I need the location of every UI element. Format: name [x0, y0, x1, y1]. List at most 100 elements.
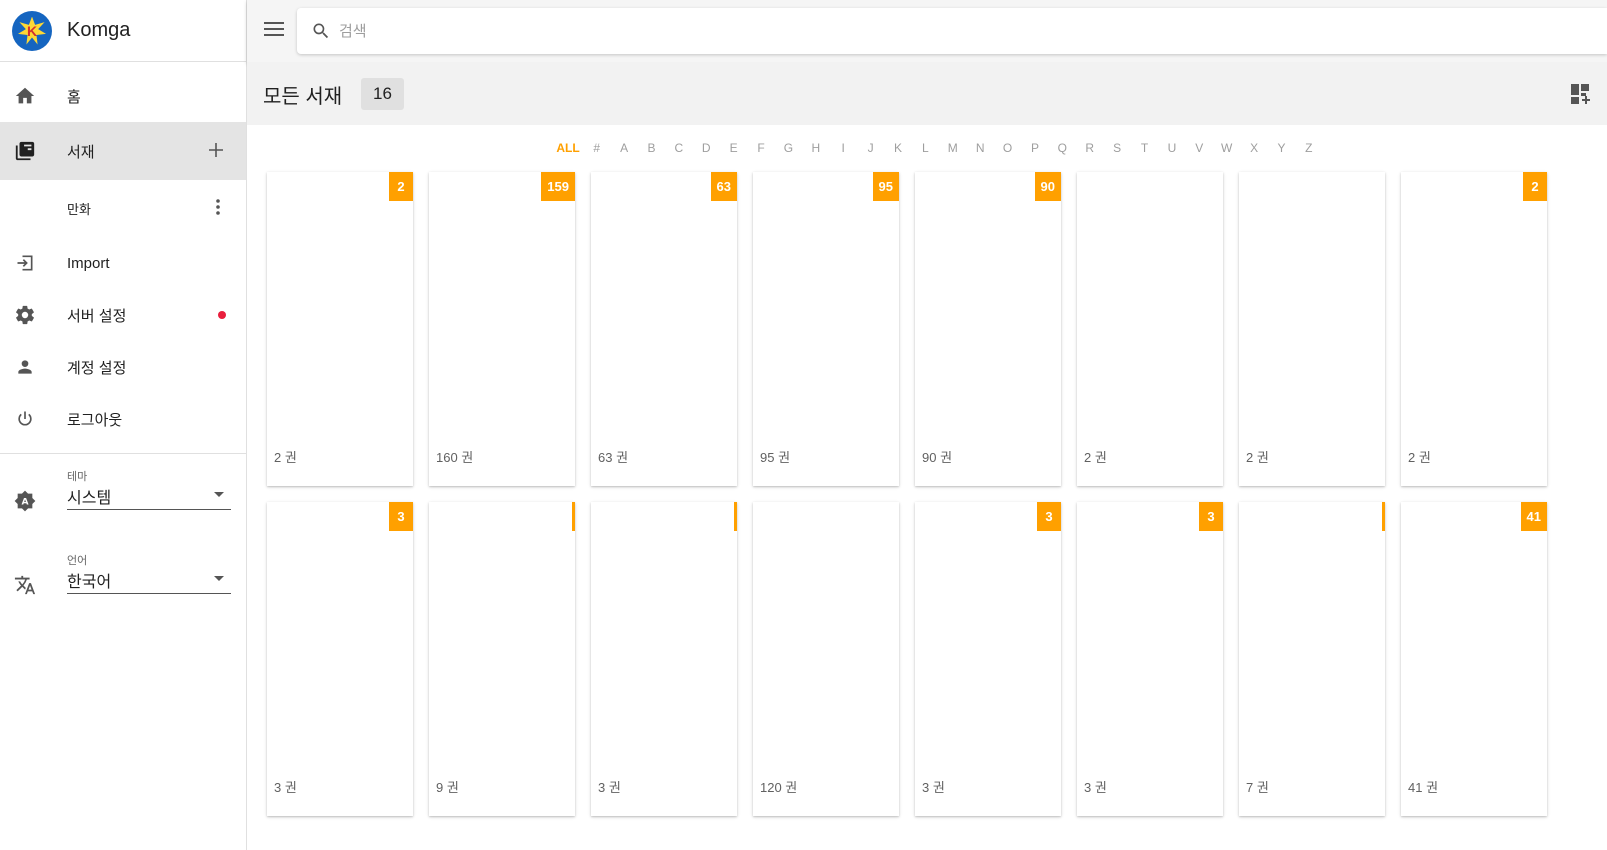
unread-count-badge: 90	[1034, 172, 1061, 201]
unread-count-badge: 159	[541, 172, 575, 201]
series-card[interactable]: 9 권	[429, 502, 575, 816]
sidebar-item-account-settings[interactable]: 계정 설정	[0, 341, 246, 393]
svg-text:A: A	[21, 497, 29, 508]
alphabet-filter-b[interactable]: B	[638, 141, 665, 159]
alphabet-filter-z[interactable]: Z	[1295, 141, 1322, 159]
top-bar	[247, 0, 1607, 62]
page-title: 모든 서재	[263, 86, 343, 108]
language-value[interactable]: 한국어	[67, 568, 111, 592]
power-icon	[14, 408, 36, 430]
more-vertical-icon[interactable]	[216, 199, 220, 218]
series-card[interactable]: 2 2 권	[267, 172, 413, 486]
alphabet-filter: ALL # A B C D E F G H I J K L M N O P Q R S T U V W X Y Z	[553, 141, 1323, 159]
series-card[interactable]: 2 권	[1239, 172, 1385, 486]
volume-count: 3 권	[598, 780, 621, 795]
chevron-down-icon[interactable]	[214, 492, 224, 497]
sidebar-item-label: 만화	[67, 202, 91, 217]
import-icon	[14, 252, 36, 274]
theme-select[interactable]: A 테마 시스템	[0, 454, 246, 538]
alphabet-filter-e[interactable]: E	[720, 141, 747, 159]
volume-count: 9 권	[436, 780, 459, 795]
alphabet-filter-j[interactable]: J	[857, 141, 884, 159]
volume-count: 41 권	[1408, 780, 1439, 795]
unread-count-badge	[572, 502, 575, 531]
alphabet-filter-i[interactable]: I	[830, 141, 857, 159]
library-books-icon	[14, 140, 36, 162]
series-card[interactable]: 3 3 권	[1077, 502, 1223, 816]
app-name: Komga	[67, 19, 131, 41]
alphabet-filter-all[interactable]: ALL	[553, 141, 583, 159]
notification-dot	[218, 311, 226, 319]
volume-count: 3 권	[274, 780, 297, 795]
unread-count-badge: 2	[1523, 172, 1547, 201]
hamburger-menu-icon[interactable]	[264, 22, 284, 40]
alphabet-filter-h[interactable]: H	[802, 141, 829, 159]
series-card[interactable]: 3 3 권	[267, 502, 413, 816]
alphabet-filter-p[interactable]: P	[1021, 141, 1048, 159]
alphabet-filter-d[interactable]: D	[693, 141, 720, 159]
series-card[interactable]: 95 95 권	[753, 172, 899, 486]
view-dashboard-add-icon[interactable]	[1571, 84, 1591, 104]
alphabet-filter-y[interactable]: Y	[1268, 141, 1295, 159]
sidebar-item-label: 서버 설정	[67, 307, 127, 325]
sidebar-item-libraries[interactable]: 서재	[0, 122, 246, 180]
alphabet-filter-k[interactable]: K	[884, 141, 911, 159]
series-card[interactable]: 3 3 권	[915, 502, 1061, 816]
series-card[interactable]: 90 90 권	[915, 172, 1061, 486]
alphabet-filter-x[interactable]: X	[1240, 141, 1267, 159]
alphabet-filter-m[interactable]: M	[939, 141, 966, 159]
alphabet-filter-w[interactable]: W	[1213, 141, 1240, 159]
language-select[interactable]: 언어 한국어	[0, 538, 246, 622]
series-card[interactable]: 3 권	[591, 502, 737, 816]
volume-count: 160 권	[436, 450, 474, 465]
select-underline	[67, 509, 231, 510]
volume-count: 63 권	[598, 450, 629, 465]
sidebar-nav: 홈 서재 만화 Import 서버 설정 계정 설정 로그아웃	[0, 62, 246, 445]
series-card[interactable]: 63 63 권	[591, 172, 737, 486]
sidebar-item-server-settings[interactable]: 서버 설정	[0, 289, 246, 341]
series-card[interactable]: 41 41 권	[1401, 502, 1547, 816]
sidebar-item-import[interactable]: Import	[0, 237, 246, 289]
search-input[interactable]	[339, 22, 1539, 40]
alphabet-filter-c[interactable]: C	[665, 141, 692, 159]
alphabet-filter-t[interactable]: T	[1131, 141, 1158, 159]
sidebar-item-home[interactable]: 홈	[0, 70, 246, 122]
alphabet-filter-u[interactable]: U	[1158, 141, 1185, 159]
language-caption: 언어	[67, 555, 88, 567]
sidebar: K Komga 홈 서재 만화 Import 서버 설정 계정 설정 로그아웃 …	[0, 0, 247, 850]
sidebar-item-label: Import	[67, 254, 110, 272]
alphabet-filter-q[interactable]: Q	[1049, 141, 1076, 159]
volume-count: 95 권	[760, 450, 791, 465]
sidebar-item-label: 계정 설정	[67, 359, 127, 377]
series-card[interactable]: 2 권	[1077, 172, 1223, 486]
series-card[interactable]: 159 160 권	[429, 172, 575, 486]
volume-count: 3 권	[922, 780, 945, 795]
sidebar-item-library-manga[interactable]: 만화	[0, 180, 246, 237]
alphabet-filter-f[interactable]: F	[747, 141, 774, 159]
search-box[interactable]	[297, 8, 1607, 54]
theme-value[interactable]: 시스템	[67, 484, 111, 508]
sidebar-item-logout[interactable]: 로그아웃	[0, 393, 246, 445]
theme-icon: A	[14, 490, 36, 512]
series-card[interactable]: 7 권	[1239, 502, 1385, 816]
series-card[interactable]: 2 2 권	[1401, 172, 1547, 486]
sidebar-item-label: 로그아웃	[67, 411, 123, 429]
alphabet-filter-l[interactable]: L	[912, 141, 939, 159]
translate-icon	[14, 574, 36, 596]
series-card[interactable]: 120 권	[753, 502, 899, 816]
alphabet-filter-s[interactable]: S	[1103, 141, 1130, 159]
add-library-plus-icon[interactable]	[208, 138, 224, 164]
alphabet-filter-r[interactable]: R	[1076, 141, 1103, 159]
alphabet-filter-a[interactable]: A	[610, 141, 637, 159]
unread-count-badge: 3	[1199, 502, 1223, 531]
alphabet-filter-v[interactable]: V	[1186, 141, 1213, 159]
alphabet-filter-n[interactable]: N	[966, 141, 993, 159]
alphabet-filter-hash[interactable]: #	[583, 141, 610, 159]
unread-count-badge: 2	[389, 172, 413, 201]
unread-count-badge: 41	[1520, 502, 1547, 531]
alphabet-filter-o[interactable]: O	[994, 141, 1021, 159]
chevron-down-icon[interactable]	[214, 576, 224, 581]
alphabet-filter-g[interactable]: G	[775, 141, 802, 159]
unread-count-badge: 95	[872, 172, 899, 201]
sidebar-item-label: 서재	[67, 143, 95, 161]
